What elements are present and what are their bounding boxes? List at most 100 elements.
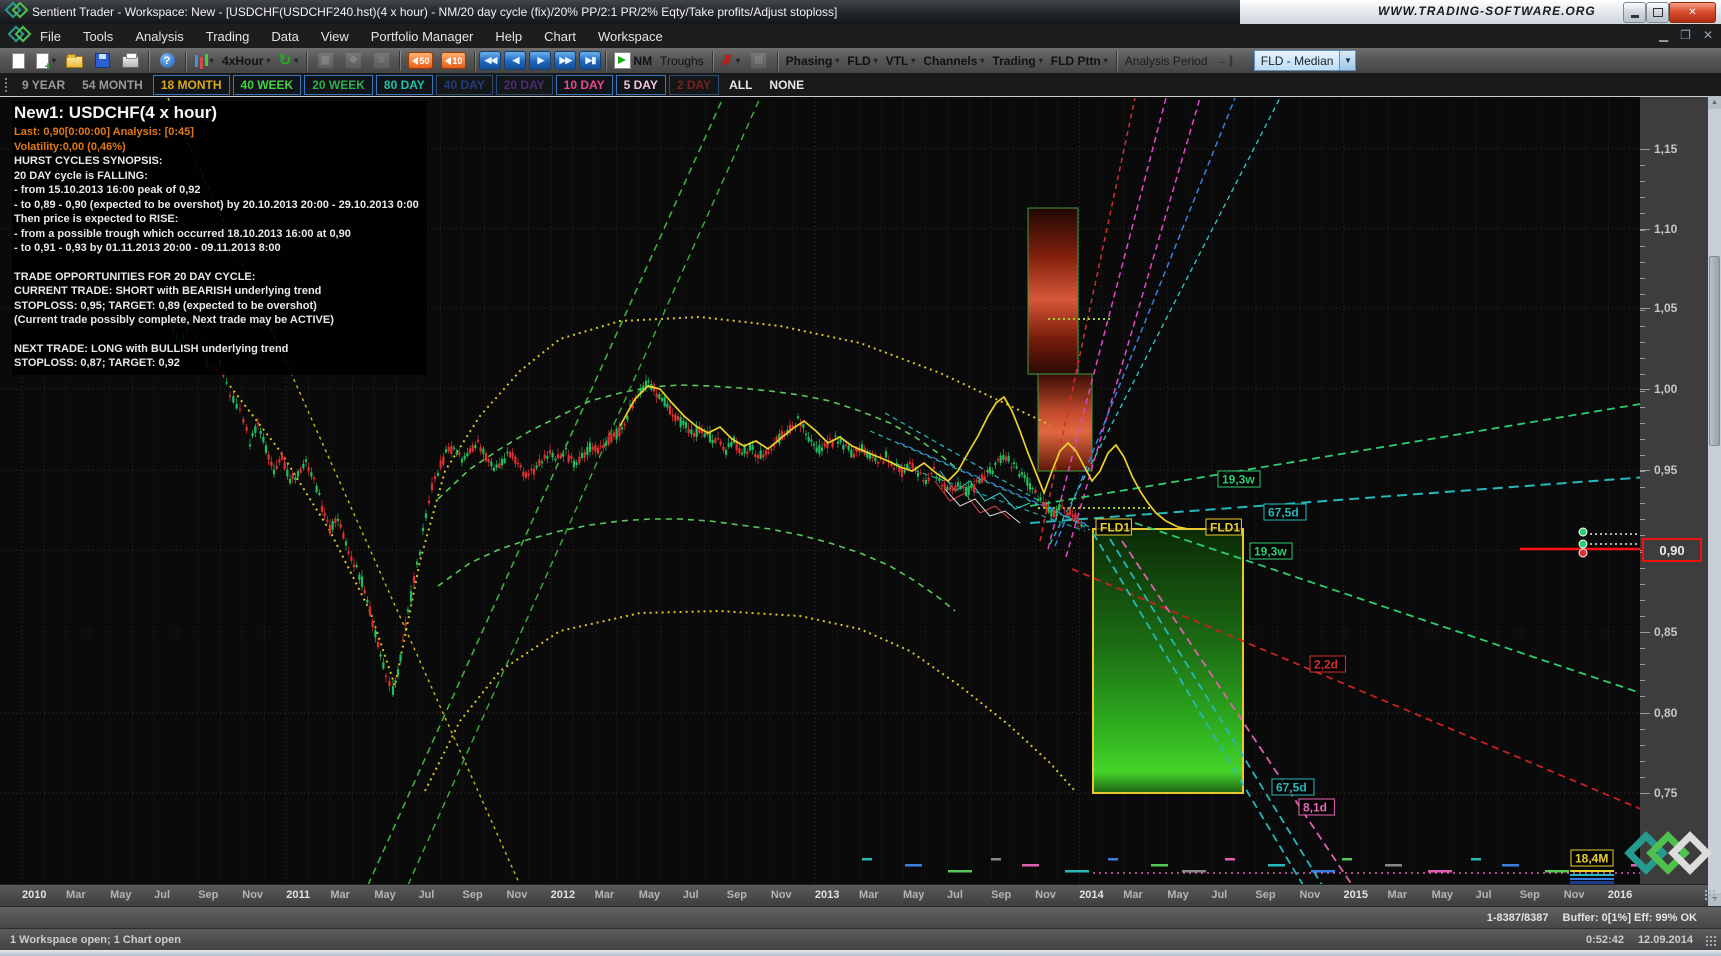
scroll-up-icon[interactable]: ▲	[1708, 96, 1721, 109]
timeframe-2-day[interactable]: 2 DAY	[669, 75, 719, 95]
hurst-synopsis: Last: 0,90[0:00:00] Analysis: [0:45]Vola…	[14, 125, 419, 371]
resize-grip[interactable]	[1704, 889, 1717, 902]
synopsis-line: - from 15.10.2013 16:00 peak of 0,92	[14, 183, 419, 198]
menu-tools[interactable]: Tools	[72, 26, 124, 47]
synopsis-line: NEXT TRADE: LONG with BULLISH underlying…	[14, 342, 419, 357]
timeframe-18-month[interactable]: 18 MONTH	[153, 75, 230, 95]
back-10-button[interactable]: 10	[437, 49, 470, 72]
troughs-button[interactable]: Troughs	[656, 49, 708, 72]
time-tick-label: Nov	[1564, 889, 1585, 901]
menu-trading[interactable]: Trading	[195, 26, 261, 47]
price-tick-label: 1,10	[1654, 222, 1677, 236]
analysis-period-label: Analysis Period	[1121, 49, 1212, 72]
app-window: Sentient Trader - Workspace: New - [USDC…	[0, 0, 1721, 956]
add-chart-button[interactable]: ▾	[32, 49, 60, 72]
time-tick-label: Jul	[154, 889, 170, 901]
restore-button[interactable]	[1646, 2, 1669, 23]
nav-last-button[interactable]: ▶▮	[579, 51, 601, 70]
time-tick-label: Nov	[1299, 889, 1320, 901]
timeframe-none[interactable]: NONE	[762, 76, 811, 94]
toolbar-menu-trading[interactable]: Trading▾	[988, 49, 1046, 72]
mdi-restore-icon[interactable]: ❐	[1680, 28, 1691, 42]
time-tick-label: Sep	[1520, 889, 1540, 901]
back-50-button[interactable]: 50	[404, 49, 437, 72]
time-tick-label: Mar	[859, 889, 879, 901]
menu-help[interactable]: Help	[484, 26, 533, 47]
resize-grip[interactable]	[1705, 935, 1718, 948]
open-button[interactable]	[60, 49, 88, 72]
menu-portfolio-manager[interactable]: Portfolio Manager	[360, 26, 485, 47]
menu-chart[interactable]: Chart	[533, 26, 587, 47]
chart-status-bar: 1-8387/8387 Buffer: 0[1%] Eff: 99% OK	[0, 906, 1721, 928]
mdi-close-icon[interactable]: ✕	[1703, 28, 1713, 42]
bar-range: 1-8387/8387	[1487, 912, 1549, 924]
synopsis-line: - from a possible trough which occurred …	[14, 227, 419, 242]
timeframe-54-month[interactable]: 54 MONTH	[75, 76, 150, 94]
toolbar-menu-vtl[interactable]: VTL▾	[882, 49, 920, 72]
app-logo-icon	[7, 3, 26, 21]
close-button[interactable]: ✕	[1669, 2, 1716, 23]
menu-analysis[interactable]: Analysis	[124, 26, 194, 47]
zoom-box-icon: ▦	[317, 52, 334, 69]
nav-play-button[interactable]: ▶	[529, 51, 551, 70]
toolbar-menu-phasing[interactable]: Phasing▾	[782, 49, 844, 72]
refresh-button[interactable]: ↻▾	[274, 49, 302, 72]
price-axis[interactable]: 1,151,101,051,000,950,900,850,800,75	[1640, 96, 1708, 885]
clear-analysis-button[interactable]: ✗▾	[717, 49, 745, 72]
time-tick-label: May	[110, 889, 131, 901]
chart-canvas[interactable]: FLD1FLD119,3w67,5d19,3w2,2d67,5d8,1d18,4…	[0, 96, 1640, 885]
save-button[interactable]	[88, 49, 116, 72]
menu-view[interactable]: View	[310, 26, 360, 47]
drag-grip[interactable]	[4, 77, 9, 92]
menu-workspace[interactable]: Workspace	[587, 26, 674, 47]
help-button[interactable]: ?	[153, 49, 181, 72]
toolbar-menu-fld[interactable]: FLD▾	[843, 49, 881, 72]
timeframe-dropdown[interactable]: 4xHour▾	[218, 49, 274, 72]
toolbar-menu-fld-pttn[interactable]: FLD Pttn▾	[1047, 49, 1112, 72]
time-tick-label: Nov	[771, 889, 792, 901]
fld-median-combo[interactable]: FLD - Median	[1254, 50, 1341, 71]
print-button[interactable]	[116, 49, 144, 72]
toolbar-menus: Phasing▾FLD▾VTL▾Channels▾Trading▾FLD Ptt…	[782, 49, 1112, 72]
time-axis[interactable]: 2010MarMayJulSepNov2011MarMayJulSepNov20…	[0, 884, 1708, 907]
menu-file[interactable]: File	[29, 26, 72, 47]
time-tick-label: Jul	[1211, 889, 1227, 901]
timeframe-9-year[interactable]: 9 YEAR	[15, 76, 72, 94]
brand-text: WWW.TRADING-SOFTWARE.ORG	[1378, 4, 1596, 18]
minimize-button[interactable]	[1623, 2, 1646, 23]
timeframe-40-day[interactable]: 40 DAY	[436, 75, 493, 95]
pan-button-disabled: ✥	[339, 49, 367, 72]
timeframe-80-day[interactable]: 80 DAY	[376, 75, 433, 95]
vertical-scrollbar[interactable]: ▲ ▼	[1708, 96, 1721, 906]
window-frame	[0, 950, 1721, 956]
timeframe-20-week[interactable]: 20 WEEK	[304, 75, 373, 95]
time-tick-label: May	[903, 889, 924, 901]
chart-type-button[interactable]: ▾	[190, 49, 218, 72]
timeframe-5-day[interactable]: 5 DAY	[616, 75, 666, 95]
timeframe-40-week[interactable]: 40 WEEK	[233, 75, 302, 95]
time-tick-label: Mar	[595, 889, 615, 901]
nav-prev-button[interactable]: ◀	[504, 51, 526, 70]
time-tick-label: 2012	[551, 889, 575, 901]
synopsis-line: - to 0,89 - 0,90 (expected to be oversho…	[14, 198, 419, 213]
analysis-period-jump-button[interactable]: →❙	[1212, 49, 1240, 72]
timeframe-all[interactable]: ALL	[722, 76, 759, 94]
new-doc-icon	[12, 53, 25, 69]
synopsis-line: Volatility:0,00 (0,46%)	[14, 140, 419, 155]
timeframe-10-day[interactable]: 10 DAY	[556, 75, 613, 95]
nav-next-button[interactable]: ▶▶	[554, 51, 576, 70]
nav-first-button[interactable]: ◀◀	[479, 51, 501, 70]
new-chart-button[interactable]	[4, 49, 32, 72]
time-tick-label: Sep	[727, 889, 747, 901]
time-tick-label: 2011	[286, 889, 310, 901]
menu-data[interactable]: Data	[260, 26, 309, 47]
scrollbar-thumb[interactable]	[1709, 256, 1720, 446]
pan-icon: ✥	[345, 52, 362, 69]
synopsis-line: Then price is expected to RISE:	[14, 212, 419, 227]
mdi-minimize-icon[interactable]: ▁	[1659, 28, 1668, 42]
timeframe-20-day[interactable]: 20 DAY	[496, 75, 553, 95]
nm-button[interactable]: NM	[610, 49, 656, 72]
save-icon	[95, 53, 110, 68]
fld-median-combo-arrow[interactable]: ▼	[1340, 50, 1356, 71]
toolbar-menu-channels[interactable]: Channels▾	[919, 49, 988, 72]
